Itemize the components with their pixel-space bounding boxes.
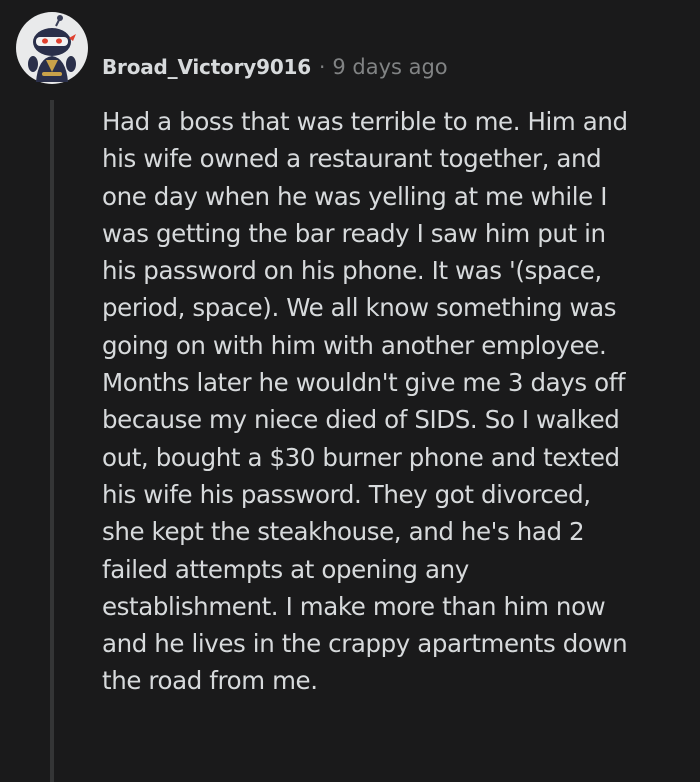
comment-text-line: because my niece died of SIDS. So I walk… <box>102 405 620 435</box>
comment-text-line: failed attempts at opening any <box>102 554 469 584</box>
user-avatar[interactable] <box>16 12 88 84</box>
comment-text-line: Months later he wouldn't give me 3 days … <box>102 368 626 398</box>
author-username[interactable]: Broad_Victory9016 <box>102 55 311 79</box>
comment-text-line: and he lives in the crappy apartments do… <box>102 629 628 659</box>
meta-separator: · <box>318 55 326 79</box>
comment-meta: Broad_Victory9016 · 9 days ago <box>102 52 448 82</box>
comment-text-line: one day when he was yelling at me while … <box>102 181 608 211</box>
comment-text-line: was getting the bar ready I saw him put … <box>102 218 606 248</box>
thread-collapse-line[interactable] <box>50 100 54 782</box>
comment-text-line: establishment. I make more than him now <box>102 591 606 621</box>
comment-text-line: going on with him with another employee. <box>102 330 607 360</box>
comment-text-line: out, bought a $30 burner phone and texte… <box>102 442 620 472</box>
snoo-avatar-icon <box>16 12 88 84</box>
comment-body: Had a boss that was terrible to me. Him … <box>102 103 687 700</box>
comment-text-line: his password on his phone. It was '(spac… <box>102 256 602 286</box>
comment-text-line: his wife his password. They got divorced… <box>102 479 591 509</box>
comment-text-line: period, space). We all know something wa… <box>102 293 617 323</box>
comment-text-line: his wife owned a restaurant together, an… <box>102 144 602 174</box>
comment-text-line: Had a boss that was terrible to me. Him … <box>102 107 628 136</box>
comment-text-line: she kept the steakhouse, and he's had 2 <box>102 517 585 547</box>
comment: Broad_Victory9016 · 9 days ago Had a bos… <box>0 0 700 782</box>
comment-text-line: the road from me. <box>102 666 318 696</box>
comment-timestamp[interactable]: 9 days ago <box>332 55 447 79</box>
